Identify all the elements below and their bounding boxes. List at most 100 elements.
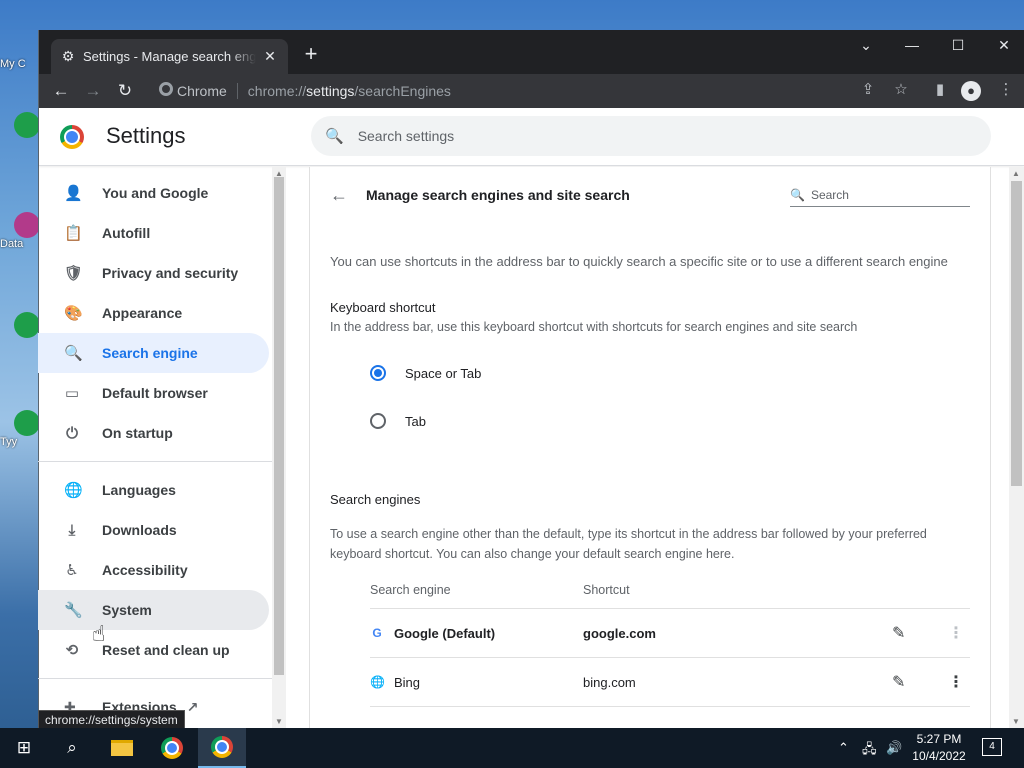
radio-button-checked[interactable] [370, 365, 386, 381]
new-tab-button[interactable]: + [301, 43, 321, 65]
wrench-icon: 🔧 [64, 602, 83, 619]
chrome-chip: Chrome [177, 83, 227, 99]
search-engines-search-input[interactable]: 🔍 Search [790, 183, 970, 207]
tray-chevron-icon[interactable]: ⌃ [838, 740, 849, 756]
tab-settings[interactable]: ⚙ Settings - Manage search engines ✕ [51, 39, 288, 74]
taskbar: ⊞ ⌕ ⌃ 🖧 🔊 5:27 PM 10/4/2022 4 [0, 728, 1024, 768]
radio-button[interactable] [370, 413, 386, 429]
desktop-icon-3[interactable]: Data [0, 212, 40, 250]
windows-start-button[interactable]: ⊞ [0, 728, 48, 768]
search-icon: 🔍 [790, 187, 805, 202]
search-icon: 🔍 [325, 128, 344, 145]
side-panel-icon[interactable]: ▮ [929, 80, 951, 98]
sidebar-item-autofill[interactable]: 📋 Autofill [38, 213, 269, 253]
more-options-icon[interactable]: ⋮ [948, 623, 964, 643]
chrome-logo-icon [60, 125, 84, 149]
download-icon: ⤓ [68, 521, 76, 539]
sidebar-item-label: On startup [102, 425, 173, 441]
sidebar-item-appearance[interactable]: 🎨 Appearance [38, 293, 269, 333]
maximize-button[interactable]: ☐ [935, 30, 981, 60]
chrome-taskbar-icon[interactable] [148, 728, 196, 768]
notification-count: 4 [989, 741, 995, 752]
sidebar-scroll-thumb[interactable] [274, 177, 284, 675]
tab-title: Settings - Manage search engines [83, 49, 256, 64]
url-path: /searchEngines [354, 83, 451, 99]
person-icon: 👤 [64, 185, 83, 202]
tab-close-button[interactable]: ✕ [262, 48, 278, 65]
sidebar-item-label: Autofill [102, 225, 151, 241]
sidebar-item-on-startup[interactable]: ⏻ On startup [38, 413, 269, 453]
address-bar[interactable]: Chrome chrome://settings/searchEngines [149, 77, 869, 105]
page-title: Settings [106, 123, 186, 148]
sidebar-item-privacy-and-security[interactable]: 🛡 Privacy and security [38, 253, 269, 293]
desktop-icon-4[interactable] [0, 312, 40, 338]
sidebar-item-label: You and Google [102, 185, 209, 201]
search-engines-description: To use a search engine other than the de… [330, 527, 927, 561]
scroll-down-icon[interactable]: ▼ [275, 717, 283, 726]
sidebar-item-you-and-google[interactable]: 👤 You and Google [38, 173, 269, 213]
back-arrow-icon[interactable]: ← [330, 185, 348, 206]
system-clock[interactable]: 5:27 PM 10/4/2022 [910, 731, 968, 765]
desktop-icon-2[interactable] [0, 112, 40, 138]
title-bar: ⚙ Settings - Manage search engines ✕ + ⌄… [39, 30, 1024, 74]
desktop-icon-1[interactable]: My C [0, 58, 30, 70]
sidebar-item-label: Default browser [102, 385, 208, 401]
table-row: 🌐 Bing bing.com ✎ ⋮ [370, 658, 970, 707]
sidebar-item-label: Privacy and security [102, 265, 239, 281]
menu-kebab-icon[interactable]: ⋮ [995, 80, 1017, 98]
clock-date: 10/4/2022 [912, 749, 966, 763]
edit-pencil-icon[interactable]: ✎ [892, 623, 905, 643]
sidebar-item-search-engine[interactable]: 🔍 Search engine [38, 333, 269, 373]
bookmark-star-icon[interactable]: ☆ [890, 80, 912, 98]
sidebar-item-system[interactable]: 🔧 System [38, 590, 269, 630]
share-icon[interactable]: ⇪ [857, 80, 879, 98]
search-placeholder: Search settings [357, 128, 455, 144]
sidebar-item-reset-and-clean-up[interactable]: ⟲ Reset and clean up [38, 630, 269, 670]
gear-icon: ⚙ [61, 48, 75, 64]
desktop-icon-5[interactable]: Tyy [0, 410, 40, 448]
search-engines-table: Search engine Shortcut G Google (Default)… [370, 571, 970, 707]
forward-button[interactable]: → [81, 80, 105, 102]
sidebar-item-label: Accessibility [102, 562, 188, 578]
main-scroll-thumb[interactable] [1011, 181, 1022, 486]
tab-search-button[interactable]: ⌄ [843, 30, 889, 60]
reload-button[interactable]: ↻ [113, 80, 137, 102]
scroll-down-icon[interactable]: ▼ [1012, 717, 1020, 726]
engine-name: Google (Default) [394, 625, 496, 641]
close-window-button[interactable]: ✕ [981, 30, 1024, 60]
chrome-active-taskbar-icon[interactable] [198, 728, 246, 768]
minimize-button[interactable]: — [889, 30, 935, 60]
search-icon: 🔍 [64, 345, 83, 362]
profile-avatar-icon[interactable]: ● [961, 81, 981, 101]
power-icon: ⏻ [66, 424, 78, 442]
table-row: G Google (Default) google.com ✎ ⋮ [370, 609, 970, 658]
scroll-up-icon[interactable]: ▲ [1012, 169, 1020, 178]
radio-label: Tab [405, 413, 426, 429]
browser-icon: ▭ [64, 385, 80, 402]
search-icon[interactable]: ⌕ [48, 728, 96, 768]
sidebar-scrollbar[interactable]: ▲ ▼ [272, 167, 286, 728]
sidebar-item-languages[interactable]: 🌐 Languages [38, 470, 269, 510]
search-engines-title: Search engines [330, 492, 421, 507]
edit-pencil-icon[interactable]: ✎ [892, 672, 905, 692]
settings-sidebar: 👤 You and Google 📋 Autofill 🛡 Privacy and sec… [38, 167, 286, 728]
notification-center-icon[interactable]: 4 [982, 738, 1002, 756]
volume-icon[interactable]: 🔊 [886, 740, 902, 756]
radio-tab[interactable]: Tab [370, 413, 426, 429]
main-scrollbar[interactable]: ▲ ▼ [1009, 167, 1024, 728]
file-explorer-icon[interactable] [98, 728, 146, 768]
more-options-icon[interactable]: ⋮ [948, 672, 964, 692]
sidebar-item-downloads[interactable]: ⤓ Downloads [38, 510, 269, 550]
sidebar-divider [38, 461, 273, 462]
sidebar-item-accessibility[interactable]: ♿ Accessibility [38, 550, 269, 590]
search-settings-input[interactable]: 🔍 Search settings [311, 116, 991, 156]
network-icon[interactable]: 🖧 [862, 740, 877, 762]
external-link-icon: ↗ [186, 698, 199, 715]
sidebar-item-label: Languages [102, 482, 176, 498]
engine-shortcut: bing.com [583, 674, 636, 690]
back-button[interactable]: ← [49, 80, 73, 102]
shield-icon: 🛡 [64, 265, 84, 282]
sidebar-item-default-browser[interactable]: ▭ Default browser [38, 373, 269, 413]
sidebar-item-label: Reset and clean up [102, 642, 230, 658]
radio-space-or-tab[interactable]: Space or Tab [370, 365, 481, 381]
